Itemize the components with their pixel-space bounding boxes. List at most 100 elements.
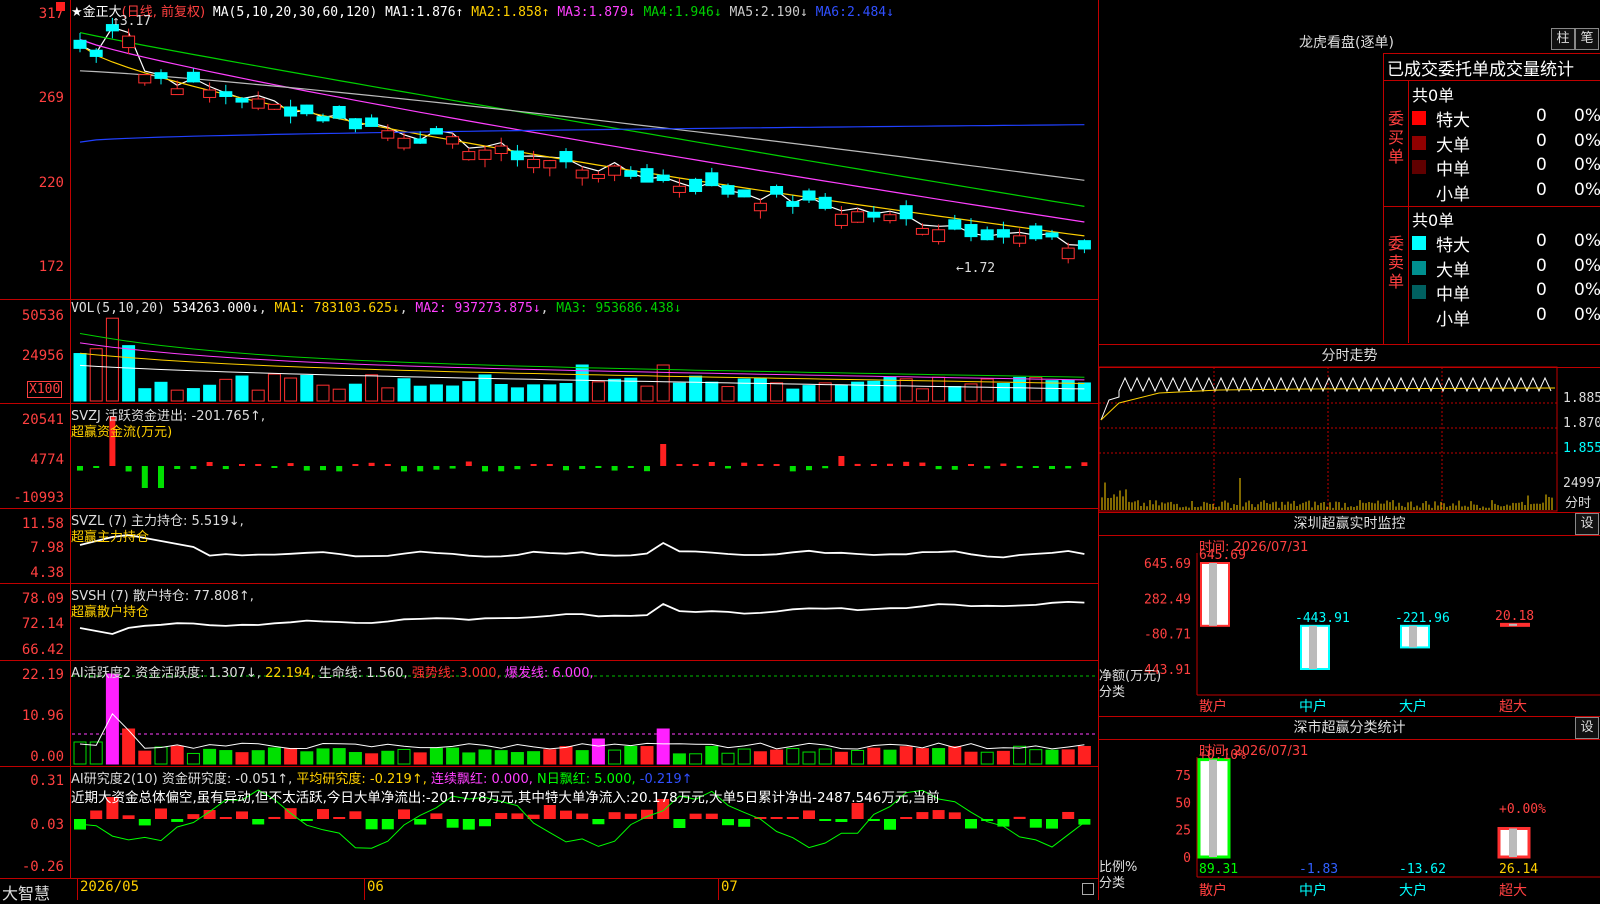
candle-body [1061, 247, 1075, 260]
research-bar [722, 819, 734, 826]
candle-body [316, 116, 330, 122]
activity-bar [1077, 745, 1091, 765]
candle-body [462, 151, 476, 161]
candle-body [170, 88, 184, 96]
activity-bar [770, 749, 784, 765]
activity-bar [397, 748, 411, 765]
tick-view-button[interactable]: 笔 [1575, 28, 1599, 50]
volume-bar [397, 378, 411, 402]
volume-bar [543, 384, 557, 402]
activity-bar [915, 748, 929, 765]
price-tick: 220 [38, 175, 64, 191]
flow-bar [935, 466, 942, 470]
flow-bar [401, 466, 407, 472]
volume-bar [154, 381, 168, 402]
ai1-v3: 强势线: 3.000, [411, 666, 501, 681]
sz-stats-panel[interactable]: 深市超赢分类统计 设 时间: 2026/07/31 75 50 25 0 89.31 散户… [1099, 717, 1600, 900]
candle-body [786, 201, 800, 207]
order-count: 0 [1536, 130, 1547, 151]
candle-body [802, 190, 816, 201]
date-label: 2026/05 [77, 879, 139, 900]
volume-bar [267, 373, 281, 402]
research-bar [365, 819, 378, 830]
flow-bar [222, 466, 229, 470]
stats-top-label: +0.00% [1499, 802, 1546, 817]
vol-ma3: MA3: 953686.438↓ [556, 301, 682, 316]
candle-body [672, 185, 686, 193]
stats-chart[interactable]: 75 50 25 0 89.31 散户 -1.83 中户 -13.62 大户 26.14 超大 +0.1… [1099, 717, 1600, 900]
candlestick-chart[interactable] [0, 0, 1098, 299]
flow-bar [676, 464, 683, 466]
buy-side-label: 委买单 [1388, 109, 1405, 166]
candle-body [186, 71, 200, 83]
volume-bar [818, 382, 832, 402]
flag-icon[interactable] [56, 2, 65, 11]
volume-bar [1013, 376, 1027, 402]
svsh-subtitle: 超赢散户持仓 [71, 605, 150, 620]
research-bar [705, 813, 718, 819]
intraday-chart[interactable] [1099, 345, 1600, 512]
price-tick: 317 [38, 6, 64, 22]
research-bar [738, 819, 751, 827]
ma2-label: MA2: [471, 5, 503, 20]
color-swatch [1412, 309, 1426, 324]
volume-bar [316, 384, 330, 402]
color-swatch [1412, 135, 1426, 150]
volume-bar [705, 381, 719, 402]
ai-research-panel[interactable]: 0.31 0.03 -0.26 AI研究度2(10) 资金研究度: -0.051… [0, 767, 1098, 879]
color-swatch [1412, 111, 1426, 125]
volume-bar [802, 385, 816, 402]
ma6-value: 2.484↓ [846, 5, 894, 20]
volume-bar [332, 388, 346, 402]
flow-bar [951, 466, 958, 470]
flow-bar [546, 464, 553, 466]
order-count: 0 [1536, 280, 1547, 300]
volume-panel[interactable]: 50536 24956 X100 VOL(5,10,20) 534263.000… [0, 300, 1098, 404]
svzj-tick: -10993 [13, 490, 64, 506]
activity-bar [753, 751, 767, 765]
price-panel[interactable]: 317 269 220 172 ★金正大(日线, 前复权) MA(5,10,20… [0, 0, 1098, 300]
research-bar [462, 819, 475, 830]
stats-tick: 25 [1175, 824, 1191, 839]
sz-monitor-panel[interactable]: 深圳超赢实时监控 设 时间: 2026/07/31 645.69 282.49 -8… [1099, 513, 1600, 717]
volume-bar [948, 385, 962, 402]
research-bar [900, 817, 913, 819]
ma3-label: MA3: [557, 5, 589, 20]
svsh-tick: 72.14 [21, 616, 64, 632]
volume-bar [365, 374, 379, 402]
research-bar [819, 819, 832, 821]
svzj-tick: 20541 [21, 412, 64, 428]
research-bar [786, 817, 799, 819]
intraday-panel[interactable]: 分时走势 1.885 1.870 1.855 24997 分时 [1099, 345, 1600, 513]
stats-category: 散户 [1199, 882, 1227, 899]
volume-bar [105, 317, 119, 402]
flow-bar [336, 466, 343, 472]
volume-bar [753, 377, 767, 402]
svsh-tick: 78.09 [21, 591, 64, 607]
research-bar [300, 819, 313, 821]
flow-bar [1065, 466, 1072, 469]
svsh-panel[interactable]: 78.09 72.14 66.42 SVSH (7) 散户持仓: 77.808↑… [0, 584, 1098, 661]
flow-bar [1049, 466, 1055, 470]
monitor-cat: 分类 [1099, 685, 1126, 700]
flow-bar [514, 466, 521, 470]
ai-activity-panel[interactable]: 22.19 10.96 0.00 AI活跃度2 资金活跃度: 1.307↓, 2… [0, 661, 1098, 767]
research-bar [803, 810, 815, 819]
monitor-value: 20.18 [1495, 609, 1534, 624]
activity-bar [932, 748, 946, 765]
lock-icon[interactable] [1082, 883, 1094, 895]
svzl-panel[interactable]: 11.58 7.98 4.38 SVZL (7) 主力持仓: 5.519↓, 超… [0, 509, 1098, 584]
volume-bar [899, 378, 913, 402]
candle-body [332, 105, 346, 119]
candle-body [591, 174, 605, 179]
ma3-value: 1.879↓ [588, 5, 636, 20]
research-bar [479, 819, 491, 827]
svzj-panel[interactable]: 20541 4774 -10993 SVZJ 活跃资金进出: -201.765↑… [0, 404, 1098, 509]
monitor-chart[interactable]: 645.69282.49-80.71-443.91645.69散户-443.91… [1099, 513, 1600, 716]
flow-bar [141, 466, 148, 488]
column-view-button[interactable]: 柱 [1551, 28, 1575, 50]
activity-bar [672, 753, 686, 765]
research-bar [446, 819, 459, 828]
order-size-label: 特大 [1436, 236, 1470, 256]
activity-bar [446, 747, 460, 765]
